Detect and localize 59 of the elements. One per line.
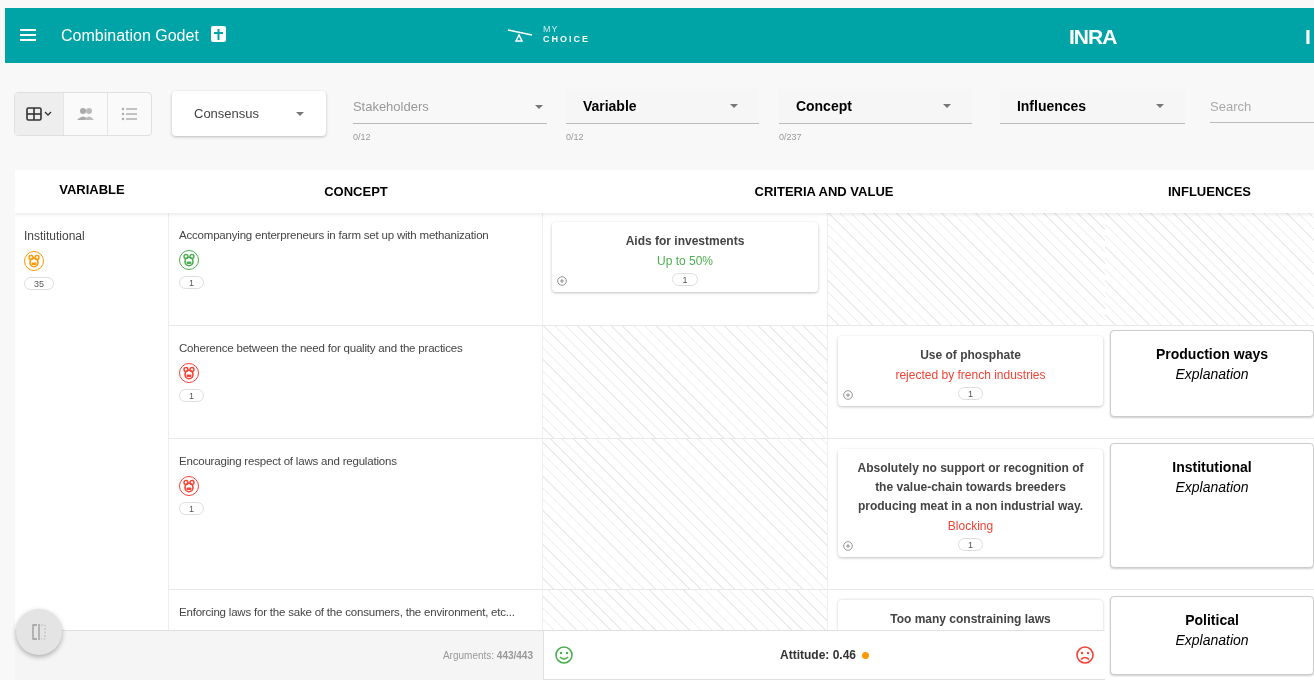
influence-card[interactable]: Production ways Explanation [1110, 330, 1314, 417]
grid-icon [26, 107, 52, 121]
app-title: Combination Godet [61, 26, 199, 46]
influence-title: Political [1185, 611, 1239, 630]
consensus-dropdown[interactable]: Consensus [172, 91, 326, 136]
filter-count-text: 0/12 [352, 131, 372, 144]
filter-count-text: 0/237 [778, 131, 803, 144]
criterion-value: Blocking [947, 518, 994, 535]
influence-subtitle: Explanation [1175, 365, 1249, 384]
arguments-count: Arguments: 443/443 [442, 649, 533, 663]
column-header: INFLUENCES [1166, 182, 1253, 201]
logo-text: MY [543, 24, 560, 34]
logo-text: CHOICE [543, 34, 590, 44]
criterion-title: Absolutely no support or recognition of the value-chain towards breeders producing meat in a non industrial way. [856, 460, 1085, 515]
caret-icon [534, 105, 543, 109]
column-header: CONCEPT [323, 182, 389, 201]
caret-icon [729, 104, 738, 108]
concept-text: Encouraging respect of laws and regulations [179, 454, 397, 469]
criterion-title: Too many constraining laws [890, 611, 1051, 628]
filter-count-text: 0/12 [565, 131, 585, 144]
criterion-title: Aids for investments [625, 233, 745, 250]
criterion-title: Use of phosphate [920, 347, 1021, 364]
influence-card[interactable]: Institutional Explanation [1110, 443, 1314, 568]
attitude-text: Attitude: 0.46 [780, 647, 856, 664]
frown-icon[interactable] [1076, 646, 1094, 664]
people-icon [77, 107, 94, 121]
concept-text: Enforcing laws for the sake of the consumers, the environment, etc... [179, 605, 515, 620]
add-circle-icon[interactable] [557, 276, 567, 286]
seesaw-logo-icon [507, 28, 533, 42]
book-icon[interactable] [211, 26, 226, 42]
influence-subtitle: Explanation [1175, 631, 1249, 650]
influence-subtitle: Explanation [1175, 478, 1249, 497]
add-circle-icon[interactable] [843, 390, 853, 400]
split-view-icon [32, 624, 46, 640]
influence-title: Institutional [1172, 458, 1252, 477]
column-header: CRITERIA AND VALUE [753, 182, 895, 201]
criterion-card[interactable]: Aids for investments Up to 50% 1 [552, 222, 818, 292]
caret-icon [1156, 104, 1164, 108]
partner-logo-text: I [1305, 24, 1311, 50]
influence-card[interactable]: Political Explanation [1110, 596, 1314, 675]
column-header: VARIABLE [58, 180, 126, 199]
smiley-icon[interactable] [555, 646, 573, 664]
variable-name: Institutional [24, 228, 85, 245]
list-icon [121, 107, 138, 121]
caret-icon [295, 111, 304, 116]
criterion-value: rejected by french industries [895, 367, 1046, 384]
caret-icon [942, 104, 951, 108]
search-field[interactable]: Search [1210, 90, 1314, 123]
criterion-card[interactable]: Use of phosphate rejected by french industries 1 [838, 336, 1103, 406]
menu-icon[interactable] [20, 28, 36, 42]
criterion-card[interactable]: Too many constraining laws [838, 600, 1103, 630]
concept-text: Accompanying enterpreneurs in farm set up with methanization [179, 228, 489, 243]
concept-text: Coherence between the need for quality and the practices [179, 341, 463, 356]
add-circle-icon[interactable] [843, 541, 853, 551]
criterion-card[interactable]: Absolutely no support or recognition of the value-chain towards breeders producing meat in a non industrial way. Blocking 1 [838, 449, 1103, 557]
criterion-value: Up to 50% [656, 253, 713, 270]
partner-logo-text: INRA [1069, 24, 1117, 50]
influence-title: Production ways [1156, 345, 1268, 364]
grid-view-button[interactable] [15, 93, 63, 135]
